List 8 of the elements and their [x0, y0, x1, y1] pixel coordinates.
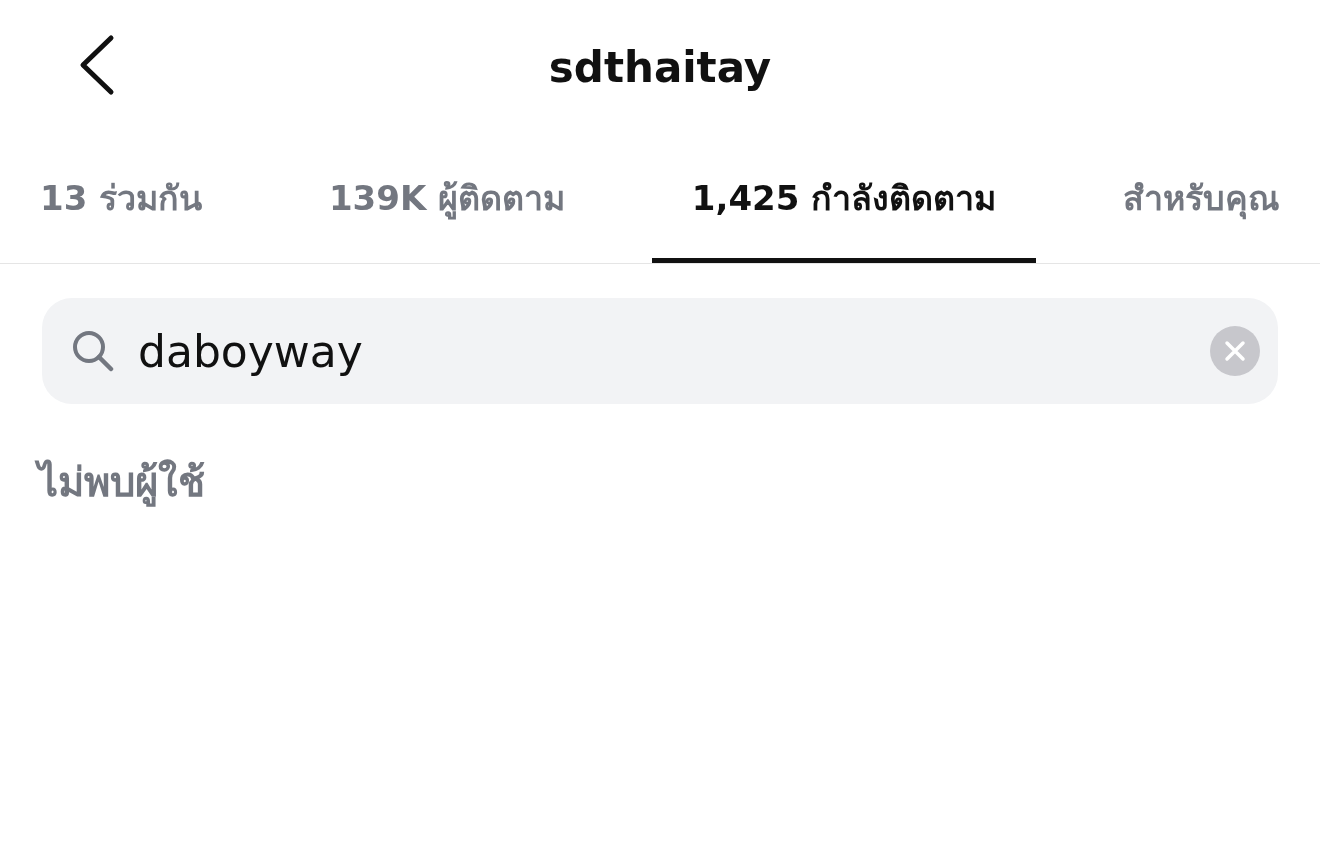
profile-username: sdthaitay: [548, 41, 772, 94]
tab[interactable]: สำหรับคุณ: [1083, 136, 1320, 263]
search-field[interactable]: daboyway: [42, 298, 1278, 404]
close-icon: [1224, 340, 1246, 362]
tab[interactable]: 1,425 กำลังติดตาม: [651, 136, 1037, 263]
tab[interactable]: 139K ผู้ติดตาม: [288, 136, 606, 263]
search-icon: [72, 330, 114, 372]
tab[interactable]: 13 ร่วมกัน: [0, 136, 243, 263]
